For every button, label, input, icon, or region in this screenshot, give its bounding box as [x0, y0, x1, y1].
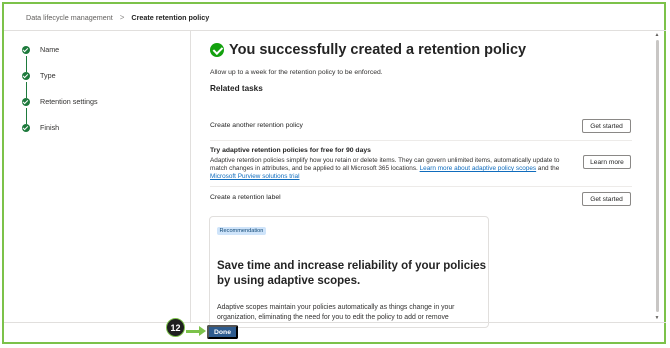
- step-retention-settings[interactable]: Retention settings: [22, 96, 182, 124]
- panel-divider: [190, 31, 191, 322]
- step-complete-icon: [22, 124, 30, 132]
- task-create-retention-label: Create a retention label: [210, 194, 632, 201]
- task-divider: [210, 140, 632, 141]
- task-title: Create another retention policy: [210, 122, 303, 129]
- step-label: Type: [40, 71, 56, 80]
- task-title: Try adaptive retention policies for free…: [210, 147, 371, 154]
- callout-arrow-shaft: [186, 330, 200, 333]
- step-label: Retention settings: [40, 97, 98, 106]
- breadcrumb: Data lifecycle management > Create reten…: [26, 10, 209, 24]
- step-number-callout: 12: [166, 318, 185, 337]
- step-label: Name: [40, 45, 60, 54]
- main-content: You successfully created a retention pol…: [210, 42, 650, 93]
- task-description: Adaptive retention policies simplify how…: [210, 157, 566, 182]
- task-adaptive-policies: Try adaptive retention policies for free…: [210, 147, 632, 182]
- task-description-and: and the: [537, 165, 560, 173]
- task-create-retention-policy: Create another retention policy: [210, 122, 632, 129]
- card-title: Save time and increase reliability of yo…: [217, 260, 487, 287]
- related-tasks-heading: Related tasks: [210, 84, 263, 93]
- check-circle-icon: [210, 43, 224, 57]
- page-subtitle: Allow up to a week for the retention pol…: [210, 69, 383, 76]
- caret-up-icon[interactable]: ▲: [654, 32, 660, 38]
- adaptive-scopes-link[interactable]: Learn more about adaptive policy scopes: [420, 165, 537, 172]
- wizard-stepper: Name Type Retention settings Finish: [22, 44, 182, 148]
- page-title-row: You successfully created a retention pol…: [210, 42, 650, 58]
- page-title: You successfully created a retention pol…: [229, 42, 527, 58]
- recommendation-badge: Recommendation: [217, 227, 266, 235]
- header-divider: [4, 30, 666, 31]
- get-started-label-button[interactable]: Get started: [582, 192, 631, 206]
- step-complete-icon: [22, 46, 30, 54]
- scrollbar-thumb[interactable]: [655, 40, 659, 312]
- breadcrumb-current: Create retention policy: [131, 12, 210, 22]
- breadcrumb-parent-link[interactable]: Data lifecycle management: [26, 13, 113, 22]
- get-started-policy-button[interactable]: Get started: [582, 119, 631, 133]
- step-complete-icon: [22, 98, 30, 106]
- step-complete-icon: [22, 72, 30, 80]
- task-divider: [210, 186, 632, 187]
- step-label: Finish: [40, 123, 60, 132]
- footer-divider: [4, 322, 666, 323]
- purview-trial-link[interactable]: Microsoft Purview solutions trial: [210, 173, 300, 180]
- callout-arrow-icon: [199, 326, 206, 336]
- card-text: Adaptive scopes maintain your policies a…: [217, 304, 455, 321]
- done-button[interactable]: Done: [207, 325, 238, 339]
- vertical-scrollbar[interactable]: ▲ ▼: [654, 31, 660, 322]
- recommendation-card: Recommendation Save time and increase re…: [209, 216, 489, 328]
- caret-down-icon[interactable]: ▼: [654, 315, 660, 321]
- step-name[interactable]: Name: [22, 44, 182, 72]
- learn-more-button[interactable]: Learn more: [583, 155, 631, 169]
- step-finish[interactable]: Finish: [22, 122, 182, 148]
- breadcrumb-separator: >: [119, 12, 125, 22]
- task-title: Create a retention label: [210, 194, 281, 201]
- step-type[interactable]: Type: [22, 70, 182, 98]
